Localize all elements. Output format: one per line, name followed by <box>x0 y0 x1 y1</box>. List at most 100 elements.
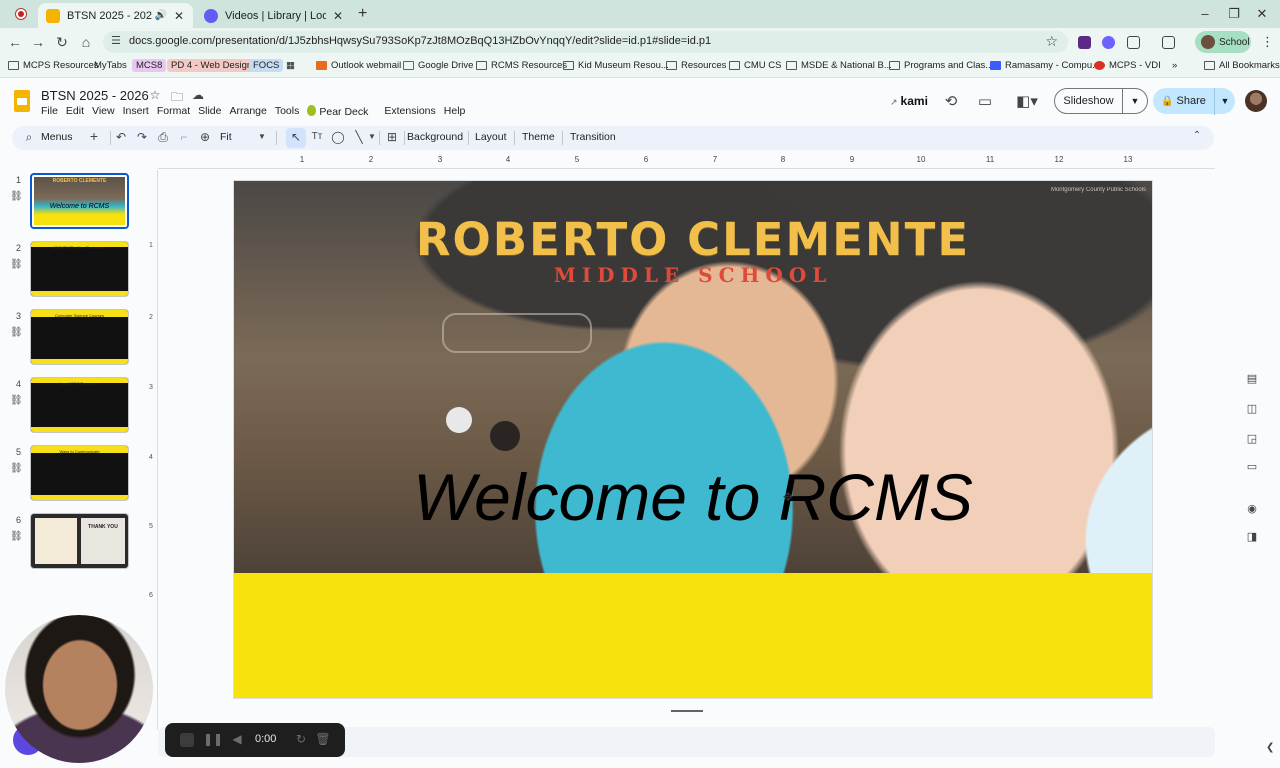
menu-extensions[interactable]: Extensions <box>384 105 440 118</box>
text-box-icon[interactable]: Tт <box>309 131 325 142</box>
browser-tab-slides[interactable]: BTSN 2025 - 2026 - Google 🔊 ✕ <box>38 3 193 28</box>
add-comment-icon[interactable]: ⊞ <box>384 130 400 144</box>
close-window-icon[interactable]: ✕ <box>1255 6 1269 22</box>
undo-icon[interactable]: ↶ <box>113 130 129 144</box>
speaker-notes-handle[interactable] <box>671 710 703 712</box>
bookmark-star-icon[interactable]: ☆ <box>1045 33 1058 50</box>
menu-pear-deck[interactable]: Pear Deck <box>307 105 381 118</box>
reload-icon[interactable]: ↻ <box>53 34 71 51</box>
slide-thumbnail[interactable]: Computer Science Courses <box>30 309 129 365</box>
profile-chip[interactable]: School <box>1195 31 1251 53</box>
slide-thumbnail[interactable]: THANK YOU <box>30 513 129 569</box>
bookmark-item[interactable]: MyTabs <box>94 60 127 71</box>
home-icon[interactable]: ⌂ <box>77 34 95 50</box>
new-tab-icon[interactable]: + <box>358 5 374 23</box>
bookmark-item[interactable]: MCS8 <box>132 59 167 72</box>
more-bookmarks-icon[interactable]: » <box>1172 60 1177 71</box>
layout-button[interactable]: Layout <box>475 131 507 143</box>
new-slide-icon[interactable]: + <box>86 128 102 144</box>
browser-tab-loom[interactable]: Videos | Library | Loom ✕ <box>196 3 352 28</box>
document-title[interactable]: BTSN 2025 - 2026 <box>41 88 149 103</box>
slide-yellow-band[interactable] <box>234 573 1152 698</box>
bookmark-item[interactable]: Google Drive <box>403 60 473 71</box>
school-subtitle-text[interactable]: MIDDLE SCHOOL <box>234 263 1152 287</box>
menu-tools[interactable]: Tools <box>275 105 305 118</box>
zoom-dropdown-icon[interactable]: ▼ <box>254 132 270 141</box>
slide-thumbnail-row[interactable]: 5 ⛓ Ways to Communicate <box>0 441 146 505</box>
image-shape-icon[interactable]: ◯ <box>330 130 346 144</box>
close-tab-icon[interactable]: ✕ <box>332 9 344 23</box>
collapse-toolbar-icon[interactable]: ⌃ <box>1189 130 1205 141</box>
bookmark-item[interactable]: Ramasamy - Compu... <box>990 60 1100 71</box>
bookmark-item[interactable]: Resources <box>666 60 726 71</box>
slide-thumbnail[interactable]: Ways to Communicate <box>30 445 129 501</box>
menu-edit[interactable]: Edit <box>66 105 89 118</box>
menu-arrange[interactable]: Arrange <box>229 105 271 118</box>
bookmark-item[interactable]: MCPS - VDI <box>1094 60 1161 71</box>
slide-thumbnail[interactable]: ROBERTO CLEMENTE Welcome to RCMS <box>30 173 129 229</box>
site-info-icon[interactable]: ☰ <box>111 34 121 47</box>
slideshow-button[interactable]: Slideshow ▼ <box>1054 88 1148 114</box>
bookmark-item[interactable]: FOCS <box>249 59 284 72</box>
close-tab-icon[interactable]: ✕ <box>173 9 185 23</box>
forward-icon[interactable]: → <box>29 34 47 50</box>
slide-thumbnail[interactable]: Use MCPS Resources <box>30 377 129 433</box>
slide-thumbnail[interactable]: ABOUT ME - Mrs. Ramasamy <box>30 241 129 297</box>
select-cursor-icon[interactable]: ↖ <box>288 130 304 144</box>
tasks-icon[interactable]: ◲ <box>1244 432 1260 445</box>
zoom-icon[interactable]: ⊕ <box>197 130 213 144</box>
record-icon[interactable]: ◉ <box>1244 502 1260 515</box>
restart-icon[interactable]: ↻ <box>293 732 309 746</box>
cloud-status-icon[interactable]: ☁ <box>190 88 206 102</box>
bookmark-item[interactable]: PD 4 - Web Design <box>167 59 257 72</box>
comments-icon[interactable]: ▭ <box>976 92 994 110</box>
restore-icon[interactable]: ❐ <box>1227 6 1241 22</box>
mute-icon[interactable]: ◀ <box>229 732 245 746</box>
menu-insert[interactable]: Insert <box>123 105 154 118</box>
slide-thumbnail-row[interactable]: 2 ⛓ ABOUT ME - Mrs. Ramasamy <box>0 237 146 301</box>
paint-format-icon[interactable]: ⌐ <box>176 130 192 144</box>
background-button[interactable]: Background <box>407 131 463 143</box>
meet-camera-icon[interactable]: ◧▾ <box>1013 92 1041 110</box>
share-button[interactable]: 🔒 Share ▼ <box>1153 87 1235 115</box>
keep-icon[interactable]: ◫ <box>1244 402 1260 415</box>
star-icon[interactable]: ☆ <box>147 88 163 102</box>
webcam-bubble[interactable] <box>5 615 153 763</box>
bookmark-item[interactable]: Outlook webmail <box>316 60 401 71</box>
slide-thumbnail-row[interactable]: 6 ⛓ THANK YOU <box>0 509 146 573</box>
back-icon[interactable]: ← <box>6 34 24 50</box>
user-avatar[interactable] <box>1245 90 1267 112</box>
bookmark-item[interactable]: Kid Museum Resou... <box>563 60 669 71</box>
transition-button[interactable]: Transition <box>570 131 616 143</box>
address-bar[interactable]: ☰ docs.google.com/presentation/d/1J5zbhs… <box>103 31 1068 53</box>
slide-title-text[interactable]: Welcome to RCMS <box>234 459 1152 535</box>
search-menus-icon[interactable]: ⌕ <box>21 130 37 145</box>
menu-slide[interactable]: Slide <box>198 105 226 118</box>
menu-view[interactable]: View <box>92 105 120 118</box>
menu-help[interactable]: Help <box>444 105 471 118</box>
video-icon[interactable]: ◨ <box>1244 530 1260 543</box>
version-history-icon[interactable]: ⟲ <box>942 92 960 110</box>
cast-icon[interactable] <box>1162 36 1175 49</box>
scroll-left-icon[interactable]: ❮ <box>1266 742 1274 753</box>
calendar-icon[interactable]: ▤ <box>1244 372 1260 385</box>
redo-icon[interactable]: ↷ <box>134 130 150 144</box>
theme-button[interactable]: Theme <box>522 131 555 143</box>
school-name-text[interactable]: ROBERTO CLEMENTE <box>234 213 1152 266</box>
line-dropdown-icon[interactable]: ▼ <box>364 132 380 141</box>
contacts-folder-icon[interactable]: ▭ <box>1244 460 1260 473</box>
extensions-puzzle-icon[interactable] <box>1127 36 1140 49</box>
share-dropdown-icon[interactable]: ▼ <box>1215 96 1235 106</box>
loom-extension-icon[interactable] <box>1102 36 1115 49</box>
bookmark-item[interactable]: MCPS Resources <box>8 60 99 71</box>
slide-thumbnail-row[interactable]: 3 ⛓ Computer Science Courses <box>0 305 146 369</box>
slide-thumbnail-row[interactable]: 4 ⛓ Use MCPS Resources <box>0 373 146 437</box>
slide-canvas[interactable]: Montgomery County Public Schools ROBERTO… <box>234 181 1152 698</box>
bookmark-item[interactable]: MSDE & National B... <box>786 60 892 71</box>
apps-grid-icon[interactable]: ▦ <box>286 60 295 71</box>
slideshow-dropdown-icon[interactable]: ▼ <box>1123 96 1147 106</box>
bookmark-item[interactable]: Programs and Clas... <box>889 60 993 71</box>
bookmark-item[interactable]: CMU CS <box>729 60 781 71</box>
kami-extension-icon[interactable] <box>1078 36 1091 49</box>
google-slides-logo-icon[interactable] <box>14 90 30 112</box>
